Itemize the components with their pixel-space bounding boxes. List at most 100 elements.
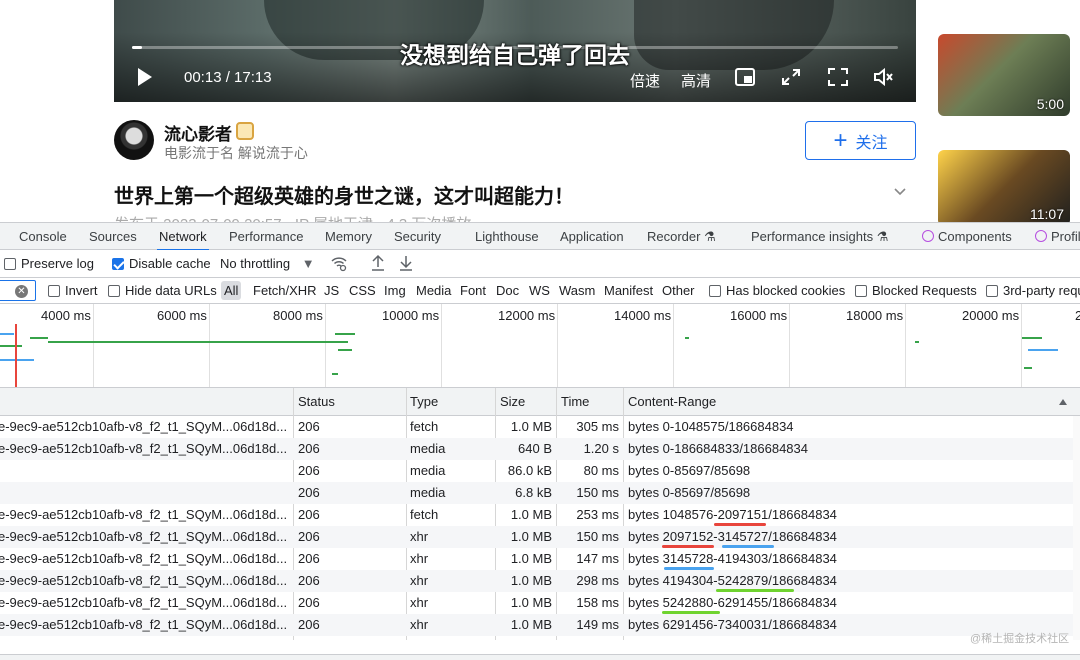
checkbox[interactable] [108, 285, 120, 297]
checkbox[interactable] [986, 285, 998, 297]
request-time: 147 ms [576, 551, 619, 566]
request-type: fetch [410, 507, 439, 522]
tab-profiler[interactable]: Profil [1035, 223, 1080, 250]
request-status: 206 [298, 485, 320, 500]
timeline-gridline [1021, 304, 1022, 387]
table-row[interactable]: e-9ec9-ae512cb10afb-v8_f2_t1_SQyM...06d1… [0, 570, 1080, 592]
checkbox[interactable] [48, 285, 60, 297]
request-time: 150 ms [576, 485, 619, 500]
filter-type-all[interactable]: All [221, 281, 242, 300]
filter-type-media[interactable]: Media [416, 283, 451, 298]
table-row[interactable]: e-9ec9-ae512cb10afb-v8_f2_t1_SQyM...06d1… [0, 526, 1080, 548]
filter-type-ws[interactable]: WS [529, 283, 550, 298]
filter-type-wasm[interactable]: Wasm [559, 283, 595, 298]
table-row[interactable]: e-9ec9-ae512cb10afb-v8_f2_t1_SQyM...06d1… [0, 438, 1080, 460]
video-page: 没想到给自己弹了回去 00:13 / 17:13 倍速 高清 流心影者 电影流于… [0, 0, 1080, 222]
request-status: 206 [298, 595, 320, 610]
column-header-size[interactable]: Size [500, 388, 525, 416]
tab-application[interactable]: Application [560, 223, 624, 250]
filter-type-other[interactable]: Other [662, 283, 695, 298]
quality-button[interactable]: 高清 [681, 70, 711, 91]
timeline-tick-label: 14000 ms [614, 308, 672, 323]
load-event-marker [15, 324, 17, 387]
avatar[interactable] [114, 120, 154, 160]
column-header-content-range[interactable]: Content-Range [628, 388, 716, 416]
checkbox[interactable] [709, 285, 721, 297]
checkbox[interactable] [4, 258, 16, 270]
disable-cache-checkbox[interactable]: Disable cache [112, 256, 211, 271]
tab-profiler-label: Profil [1051, 229, 1080, 244]
tab-network[interactable]: Network [157, 223, 209, 251]
request-time: 305 ms [576, 419, 619, 434]
request-status: 206 [298, 419, 320, 434]
request-size: 640 B [518, 441, 552, 456]
play-icon[interactable] [138, 68, 152, 86]
video-player[interactable]: 没想到给自己弹了回去 00:13 / 17:13 倍速 高清 [114, 0, 916, 102]
speed-button[interactable]: 倍速 [630, 70, 660, 91]
filter-type-doc[interactable]: Doc [496, 283, 519, 298]
related-video-thumbnail[interactable]: 5:00 [938, 34, 1070, 116]
chevron-down-icon[interactable] [893, 184, 907, 198]
table-row[interactable]: e-9ec9-ae512cb10afb-v8_f2_t1_SQyM...06d1… [0, 548, 1080, 570]
filter-type-js[interactable]: JS [324, 283, 339, 298]
table-row[interactable]: e-9ec9-ae512cb10afb-v8_f2_t1_SQyM...06d1… [0, 592, 1080, 614]
disable-cache-label: Disable cache [129, 256, 211, 271]
third-party-checkbox[interactable]: 3rd-party requ [986, 283, 1080, 298]
filter-type-css[interactable]: CSS [349, 283, 376, 298]
request-time: 150 ms [576, 529, 619, 544]
filter-type-fetch-xhr[interactable]: Fetch/XHR [253, 283, 317, 298]
filter-type-manifest[interactable]: Manifest [604, 283, 653, 298]
tab-console[interactable]: Console [19, 223, 67, 250]
table-row[interactable]: e-9ec9-ae512cb10afb-v8_f2_t1_SQyM...06d1… [0, 416, 1080, 438]
picture-in-picture-icon[interactable] [735, 68, 755, 86]
sort-ascending-icon[interactable] [1059, 399, 1067, 405]
tab-performance[interactable]: Performance [229, 223, 303, 250]
fullscreen-icon[interactable] [828, 68, 848, 86]
export-har-icon[interactable] [398, 254, 414, 275]
table-row[interactable]: 206 media 86.0 kB 80 ms bytes 0-85697/85698 [0, 460, 1080, 482]
column-header-type[interactable]: Type [410, 388, 438, 416]
column-header-status[interactable]: Status [298, 388, 335, 416]
scrollbar[interactable] [1073, 416, 1080, 640]
table-row[interactable]: e-9ec9-ae512cb10afb-v8_f2_t1_SQyM...06d1… [0, 504, 1080, 526]
tab-sources[interactable]: Sources [89, 223, 137, 250]
checkbox[interactable] [855, 285, 867, 297]
timeline-gridline [673, 304, 674, 387]
request-status: 206 [298, 463, 320, 478]
clear-icon[interactable]: ✕ [15, 285, 28, 298]
devtools-tabbar: Console Sources Network Performance Memo… [0, 222, 1080, 251]
invert-checkbox[interactable]: Invert [48, 283, 98, 298]
request-content-range: bytes 0-85697/85698 [628, 463, 751, 478]
tab-performance-insights[interactable]: Performance insights ⚗ [751, 223, 888, 250]
tab-recorder[interactable]: Recorder ⚗ [647, 223, 716, 250]
throttling-select[interactable]: No throttling ▼ [220, 256, 315, 271]
hide-data-urls-checkbox[interactable]: Hide data URLs [108, 283, 217, 298]
checkbox-checked[interactable] [112, 258, 124, 270]
tab-components[interactable]: Components [922, 223, 1012, 250]
table-row[interactable]: e-9ec9-ae512cb10afb-v8_f2_t1_SQyM...06d1… [0, 614, 1080, 636]
preserve-log-checkbox[interactable]: Preserve log [4, 256, 94, 271]
table-row[interactable]: 206 media 6.8 kB 150 ms bytes 0-85697/85698 [0, 482, 1080, 504]
request-type: xhr [410, 551, 429, 566]
follow-button[interactable]: + 关注 [805, 121, 916, 160]
filter-type-font[interactable]: Font [460, 283, 486, 298]
author-name[interactable]: 流心影者 [164, 120, 232, 145]
blocked-requests-checkbox[interactable]: Blocked Requests [855, 283, 977, 298]
request-status: 206 [298, 529, 320, 544]
tab-lighthouse[interactable]: Lighthouse [475, 223, 539, 250]
timeline-gridline [441, 304, 442, 387]
volume-icon[interactable] [873, 67, 893, 87]
network-overview-timeline[interactable]: 4000 ms 6000 ms 8000 ms 10000 ms 12000 m… [0, 304, 1080, 388]
related-video-thumbnail[interactable]: 11:07 [938, 150, 1070, 222]
tab-security[interactable]: Security [394, 223, 441, 250]
filter-input[interactable]: ✕ [0, 280, 36, 301]
webfullscreen-icon[interactable] [781, 68, 801, 86]
highlight-underline [662, 545, 714, 548]
network-conditions-icon[interactable] [330, 254, 348, 275]
column-header-time[interactable]: Time [561, 388, 589, 416]
tab-memory[interactable]: Memory [325, 223, 372, 250]
has-blocked-cookies-checkbox[interactable]: Has blocked cookies [709, 283, 845, 298]
import-har-icon[interactable] [370, 254, 386, 275]
timeline-gridline [209, 304, 210, 387]
filter-type-img[interactable]: Img [384, 283, 406, 298]
